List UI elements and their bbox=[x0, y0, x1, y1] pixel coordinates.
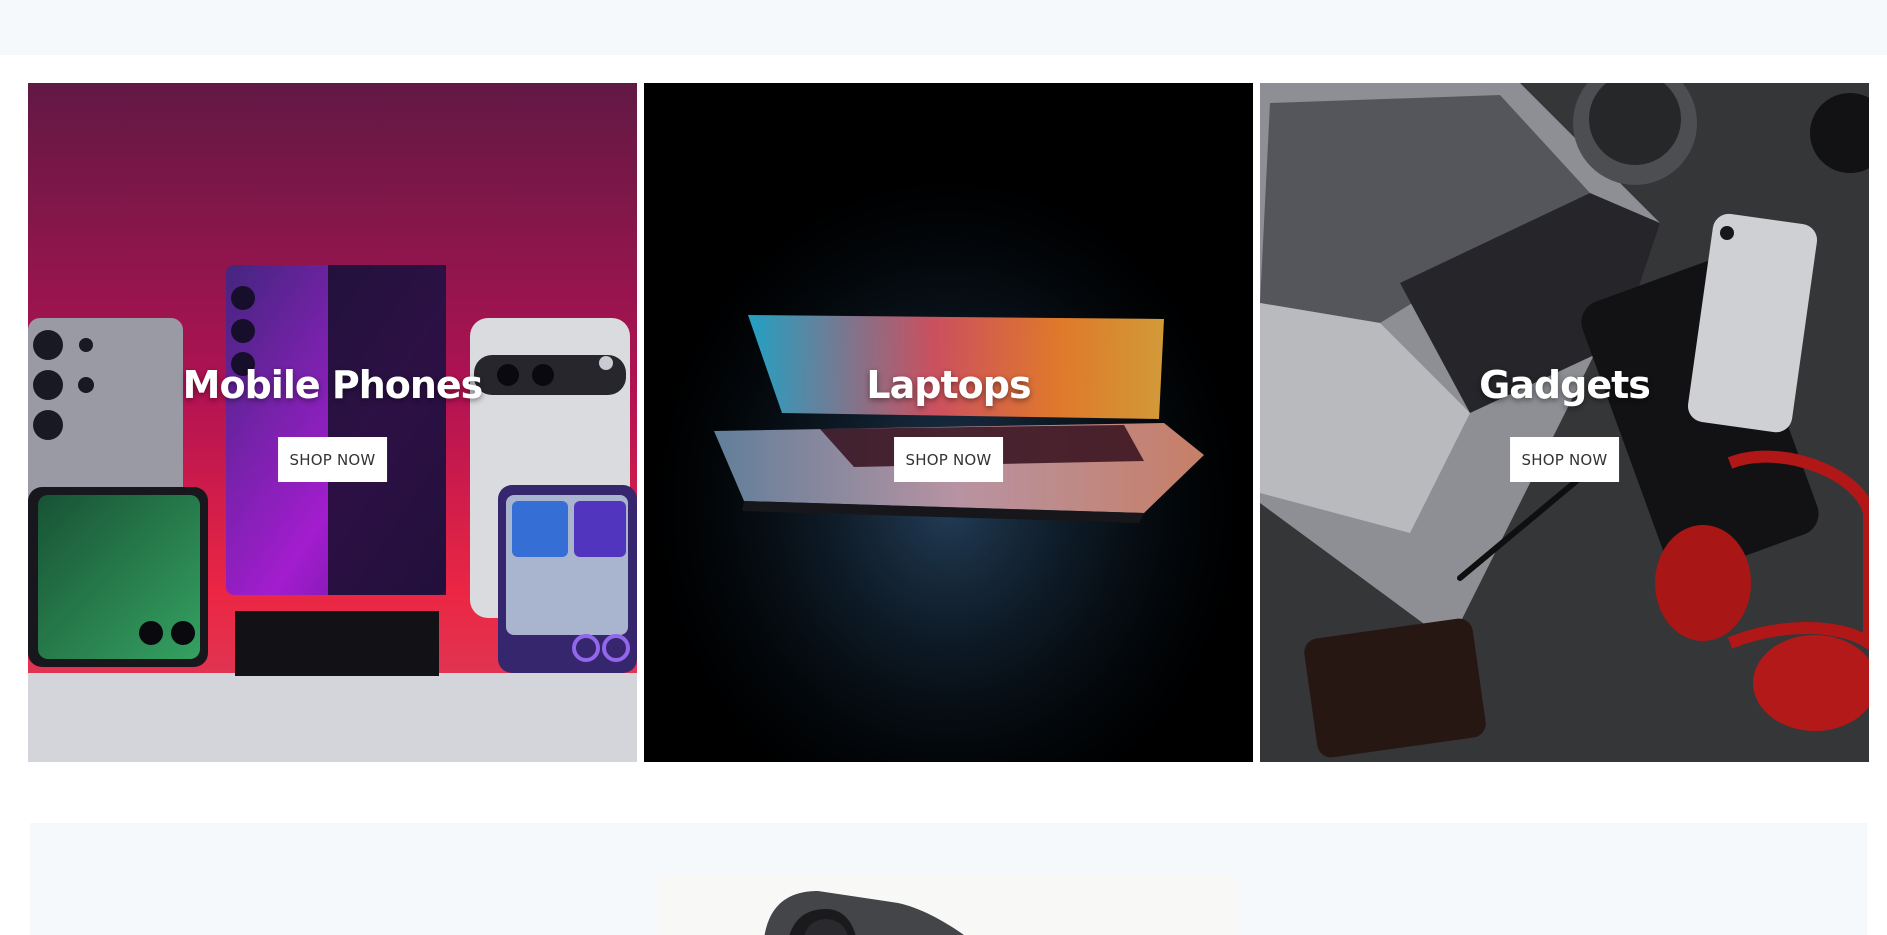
category-title: Mobile Phones bbox=[182, 363, 484, 407]
shop-now-button[interactable]: SHOP NOW bbox=[893, 437, 1004, 482]
category-card-gadgets[interactable]: Gadgets SHOP NOW bbox=[1260, 83, 1869, 762]
category-title: Laptops bbox=[866, 363, 1031, 407]
shop-now-button[interactable]: SHOP NOW bbox=[277, 437, 388, 482]
top-strip bbox=[0, 0, 1887, 55]
featured-product-panel bbox=[658, 875, 1240, 935]
image-overlay bbox=[1260, 83, 1869, 762]
featured-product-section bbox=[30, 823, 1867, 935]
featured-product-image bbox=[764, 891, 964, 935]
image-overlay bbox=[28, 83, 637, 762]
category-title: Gadgets bbox=[1479, 363, 1651, 407]
category-banners: Mobile Phones SHOP NOW Laptops SHOP NOW … bbox=[28, 83, 1869, 762]
category-card-mobile-phones[interactable]: Mobile Phones SHOP NOW bbox=[28, 83, 637, 762]
category-card-laptops[interactable]: Laptops SHOP NOW bbox=[644, 83, 1253, 762]
image-overlay bbox=[644, 83, 1253, 762]
shop-now-button[interactable]: SHOP NOW bbox=[1509, 437, 1620, 482]
